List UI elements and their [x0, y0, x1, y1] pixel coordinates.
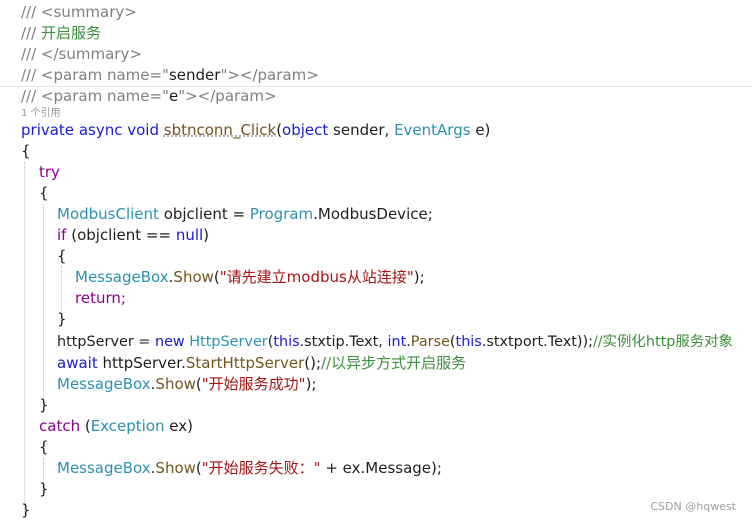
code-line: try	[39, 162, 60, 183]
code-text: ex)	[164, 417, 193, 435]
code-line: if (objclient == null)	[57, 225, 209, 246]
string-literal: "开始服务成功"	[201, 375, 306, 393]
code-text: httpServer.	[97, 354, 186, 372]
code-line: httpServer = new HttpServer(this.stxtip.…	[57, 332, 733, 353]
doc-param-name: e	[168, 87, 179, 105]
code-text: )	[203, 226, 210, 244]
code-text: (objclient ==	[66, 226, 176, 244]
code-text: httpServer =	[57, 334, 155, 350]
method-show: Show	[155, 375, 196, 393]
keyword-this: this	[455, 334, 482, 350]
code-text: );	[413, 268, 425, 286]
doc-param-close: "></param>	[178, 87, 277, 105]
code-line: catch (Exception ex)	[39, 416, 193, 437]
doc-summary-open: /// <summary>	[21, 3, 137, 21]
keyword-await: await	[57, 354, 98, 372]
brace-open: {	[57, 247, 67, 265]
brace-close: }	[39, 396, 49, 414]
code-text: ();	[304, 354, 322, 372]
code-text: .ModbusDevice;	[313, 205, 433, 223]
code-line: }	[57, 309, 67, 330]
watermark: CSDN @hqwest	[650, 500, 736, 513]
code-text: .stxtip.Text,	[299, 334, 388, 350]
code-text: objclient =	[158, 205, 250, 223]
keyword-void: void	[127, 121, 159, 139]
doc-summary-text: 开启服务	[40, 24, 101, 42]
string-literal: "请先建立modbus从站连接"	[219, 268, 414, 286]
code-line: ModbusClient objclient = Program.ModbusD…	[57, 204, 433, 225]
code-text: (	[80, 417, 91, 435]
method-starthttpserver: StartHttpServer	[185, 354, 305, 372]
code-text: .stxtport.Text));	[481, 334, 593, 350]
method-signature-line: private async void sbtnconn_Click(object…	[21, 120, 490, 141]
type-httpserver: HttpServer	[189, 334, 268, 350]
brace-open: {	[39, 438, 49, 456]
inline-comment: //实例化http服务对象	[592, 334, 733, 350]
code-line: {	[39, 437, 49, 458]
method-name[interactable]: sbtnconn_Click	[164, 121, 276, 139]
keyword-return: return;	[75, 289, 126, 307]
keyword-null: null	[175, 226, 204, 244]
code-line: }	[21, 500, 31, 521]
keyword-new: new	[154, 334, 185, 350]
doc-param-close: "></param>	[220, 66, 319, 84]
type-modbusclient: ModbusClient	[57, 205, 159, 223]
doc-summary-close: /// </summary>	[21, 45, 142, 63]
code-line: }	[39, 395, 49, 416]
type-messagebox: MessageBox	[57, 375, 151, 393]
doc-param-open: /// <param name="	[21, 87, 169, 105]
param-sender: sender,	[328, 121, 395, 139]
code-line: {	[57, 246, 67, 267]
code-line: MessageBox.Show("开始服务成功");	[57, 374, 316, 395]
type-messagebox: MessageBox	[57, 459, 151, 477]
inline-comment: //以异步方式开启服务	[321, 354, 467, 372]
code-line: {	[21, 141, 31, 162]
code-line: return;	[75, 288, 126, 309]
type-exception: Exception	[90, 417, 165, 435]
doc-param-line: /// <param name="e"></param>	[21, 86, 277, 107]
keyword-catch: catch	[39, 417, 81, 435]
param-e: e)	[470, 121, 491, 139]
brace-close: }	[39, 480, 49, 498]
code-line: MessageBox.Show("请先建立modbus从站连接");	[75, 267, 425, 288]
indent-guide	[24, 162, 25, 514]
doc-param-name: sender	[168, 66, 221, 84]
method-show: Show	[173, 268, 214, 286]
doc-prefix: ///	[21, 24, 41, 42]
brace-close: }	[57, 310, 67, 328]
type-eventargs: EventArgs	[394, 121, 471, 139]
brace-open: {	[21, 142, 31, 160]
reference-count-hint[interactable]: 1 个引用	[21, 107, 61, 121]
brace-close: }	[21, 501, 31, 519]
doc-comment-line: /// <summary>	[21, 2, 137, 23]
type-messagebox: MessageBox	[75, 268, 169, 286]
doc-param-line: /// <param name="sender"></param>	[21, 65, 319, 86]
type-program: Program	[249, 205, 314, 223]
code-line: await httpServer.StartHttpServer();//以异步…	[57, 353, 466, 374]
keyword-async: async	[78, 121, 123, 139]
code-text: + ex.Message);	[320, 459, 442, 477]
method-parse: Parse	[410, 334, 450, 350]
indent-guide	[43, 204, 44, 408]
doc-comment-line: /// 开启服务	[21, 23, 101, 44]
code-line: }	[39, 479, 49, 500]
code-line: {	[39, 183, 49, 204]
code-text: );	[305, 375, 317, 393]
string-literal: "开始服务失败："	[201, 459, 321, 477]
method-show: Show	[155, 459, 196, 477]
keyword-private: private	[21, 121, 75, 139]
keyword-int: int	[387, 334, 407, 350]
keyword-object: object	[282, 121, 329, 139]
code-line: MessageBox.Show("开始服务失败：" + ex.Message);	[57, 458, 442, 479]
keyword-try: try	[39, 163, 60, 181]
keyword-this: this	[273, 334, 300, 350]
code-editor[interactable]: /// <summary> /// 开启服务 /// </summary> //…	[0, 0, 752, 524]
brace-open: {	[39, 184, 49, 202]
doc-param-open: /// <param name="	[21, 66, 169, 84]
doc-comment-line: /// </summary>	[21, 44, 142, 65]
